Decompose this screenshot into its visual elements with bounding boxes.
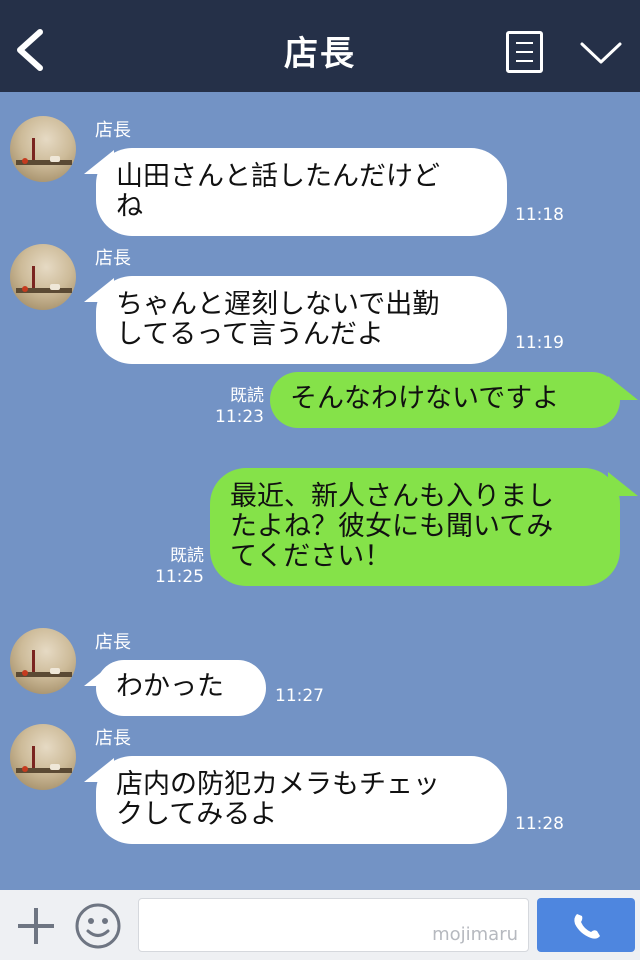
- message-time: 11:18: [515, 205, 564, 225]
- message-bubble[interactable]: 山田さんと話したんだけど ね: [96, 148, 507, 236]
- message-input[interactable]: mojimaru: [138, 898, 529, 952]
- smiley-icon[interactable]: [74, 902, 122, 950]
- call-button[interactable]: [537, 898, 635, 952]
- message-time: 11:19: [515, 333, 564, 353]
- message-time: 11:28: [515, 814, 564, 834]
- avatar[interactable]: [10, 724, 76, 790]
- message-bubble[interactable]: 店内の防犯カメラもチェッ クしてみるよ: [96, 756, 507, 844]
- sender-name: 店長: [95, 632, 131, 653]
- read-receipt: 既読 11:23: [215, 386, 264, 427]
- phone-icon: [574, 914, 600, 939]
- chat-header: 店長: [0, 0, 640, 92]
- sender-name: 店長: [95, 728, 131, 749]
- bubble-tail: [608, 376, 638, 400]
- chevron-down-icon[interactable]: [578, 38, 624, 68]
- message-bubble[interactable]: わかった: [96, 660, 266, 716]
- avatar[interactable]: [10, 116, 76, 182]
- bubble-tail: [608, 472, 638, 496]
- message-time: 11:27: [275, 686, 324, 706]
- notes-icon[interactable]: [506, 31, 543, 73]
- sender-name: 店長: [95, 248, 131, 269]
- message-bubble[interactable]: ちゃんと遅刻しないで出勤 してるって言うんだよ: [96, 276, 507, 364]
- message-bubble[interactable]: 最近、新人さんも入りまし たよね？彼女にも聞いてみ てください！: [210, 468, 620, 586]
- avatar[interactable]: [10, 628, 76, 694]
- plus-icon[interactable]: [14, 904, 58, 948]
- watermark: mojimaru: [432, 924, 518, 945]
- input-bar: mojimaru: [0, 890, 640, 960]
- message-bubble[interactable]: そんなわけないですよ: [270, 372, 620, 428]
- chat-title: 店長: [284, 34, 356, 74]
- sender-name: 店長: [95, 120, 131, 141]
- read-receipt: 既読 11:25: [155, 546, 204, 587]
- avatar[interactable]: [10, 244, 76, 310]
